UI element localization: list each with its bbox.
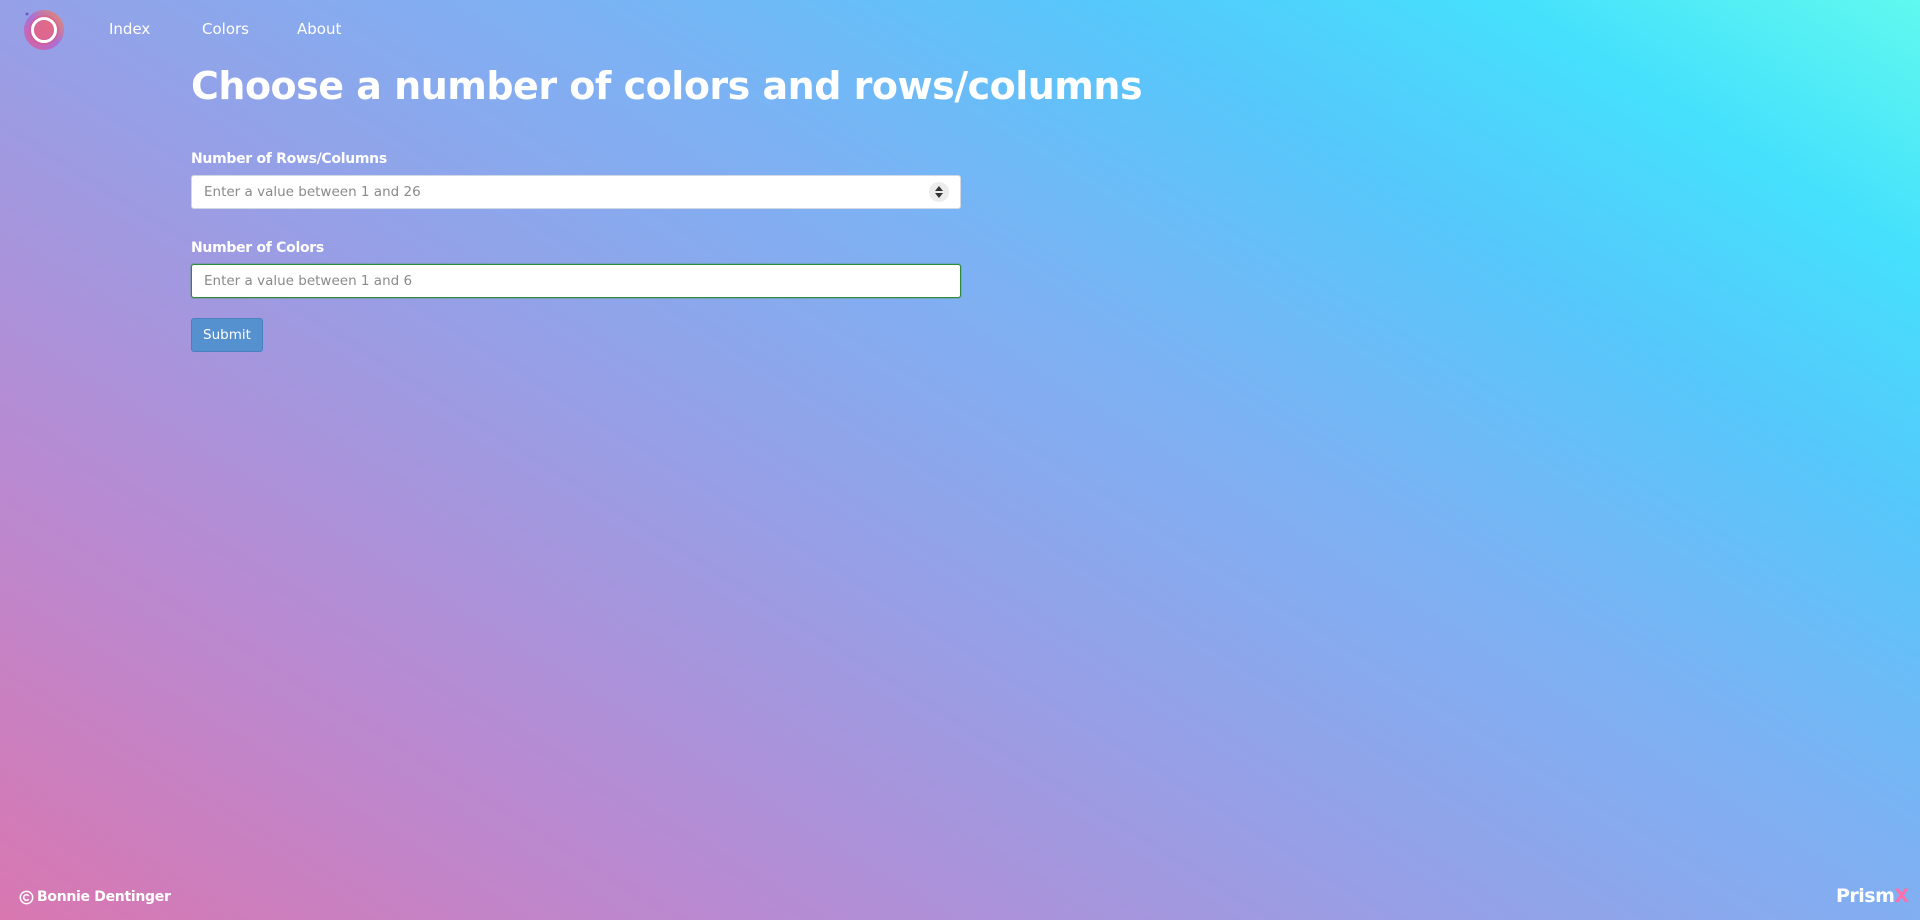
spinner-down-icon[interactable]	[935, 193, 943, 198]
nav-link-index[interactable]: Index	[109, 20, 150, 38]
brand-accent-text: X	[1894, 885, 1909, 907]
brand-logo[interactable]: PrismX	[1836, 885, 1909, 907]
rows-columns-input[interactable]	[191, 175, 961, 209]
spinner-up-icon[interactable]	[935, 186, 943, 191]
colors-label: Number of Colors	[191, 240, 324, 256]
nav-link-colors[interactable]: Colors	[202, 20, 249, 38]
submit-button[interactable]: Submit	[191, 318, 263, 352]
author-name: Bonnie Dentinger	[37, 889, 171, 905]
brand-main-text: Prism	[1836, 885, 1895, 907]
colors-input[interactable]	[191, 264, 961, 298]
copyright-icon	[19, 890, 34, 904]
page-title: Choose a number of colors and rows/colum…	[191, 64, 1143, 108]
top-navbar: Index Colors About	[0, 0, 1920, 58]
rows-columns-label: Number of Rows/Columns	[191, 151, 387, 167]
number-spinner-icon[interactable]	[929, 182, 949, 202]
prism-circle-logo-icon[interactable]	[22, 8, 66, 52]
nav-link-about[interactable]: About	[297, 20, 341, 38]
footer-copyright: Bonnie Dentinger	[19, 889, 171, 905]
